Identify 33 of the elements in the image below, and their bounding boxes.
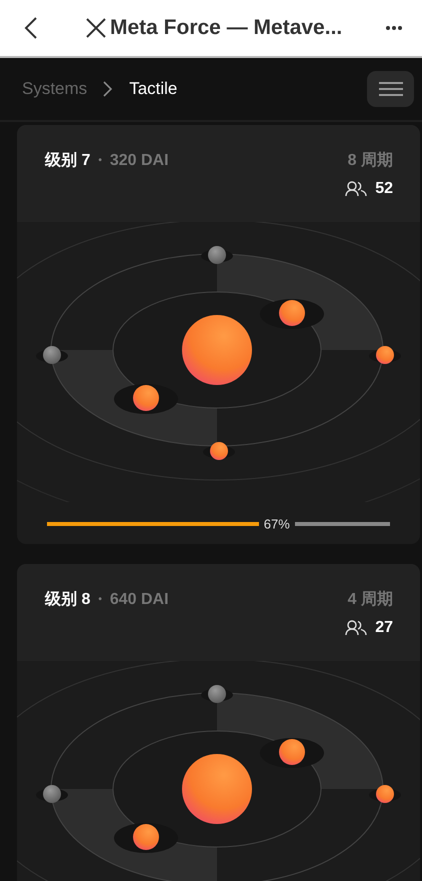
page-title: Meta Force — Metave... <box>110 15 342 42</box>
planet-icon[interactable] <box>36 346 68 364</box>
price-text: 320 DAI <box>110 151 169 171</box>
level-label: 级别 7 <box>45 150 90 171</box>
users-icon <box>345 181 368 197</box>
sun-icon <box>182 315 252 385</box>
menu-icon <box>378 82 402 96</box>
back-icon[interactable] <box>24 17 38 39</box>
planet-icon[interactable] <box>260 738 324 768</box>
planet-icon[interactable] <box>260 299 324 329</box>
users-icon <box>345 620 368 636</box>
separator-dot: • <box>98 593 102 607</box>
level-label: 级别 8 <box>45 590 90 610</box>
planet-icon[interactable] <box>36 785 68 803</box>
menu-button[interactable] <box>367 71 414 107</box>
planet-icon[interactable] <box>114 384 178 414</box>
price-text: 640 DAI <box>110 590 169 610</box>
more-icon[interactable] <box>386 26 402 30</box>
close-icon[interactable] <box>86 18 106 38</box>
planet-icon[interactable] <box>114 823 178 853</box>
separator-dot: • <box>98 154 102 168</box>
planet-icon[interactable] <box>369 785 401 803</box>
sun-icon <box>182 754 252 824</box>
breadcrumb-link[interactable]: Tactile <box>129 76 178 102</box>
planet-icon[interactable] <box>201 246 233 264</box>
cycles-text: 8 周期 <box>348 150 393 171</box>
chevron-icon <box>103 81 114 97</box>
member-count: 27 <box>375 618 393 638</box>
planet-icon[interactable] <box>201 685 233 703</box>
planet-icon[interactable] <box>203 442 235 460</box>
member-count: 52 <box>375 179 393 199</box>
cycles-text: 4 周期 <box>348 590 393 610</box>
planet-icon[interactable] <box>369 346 401 364</box>
